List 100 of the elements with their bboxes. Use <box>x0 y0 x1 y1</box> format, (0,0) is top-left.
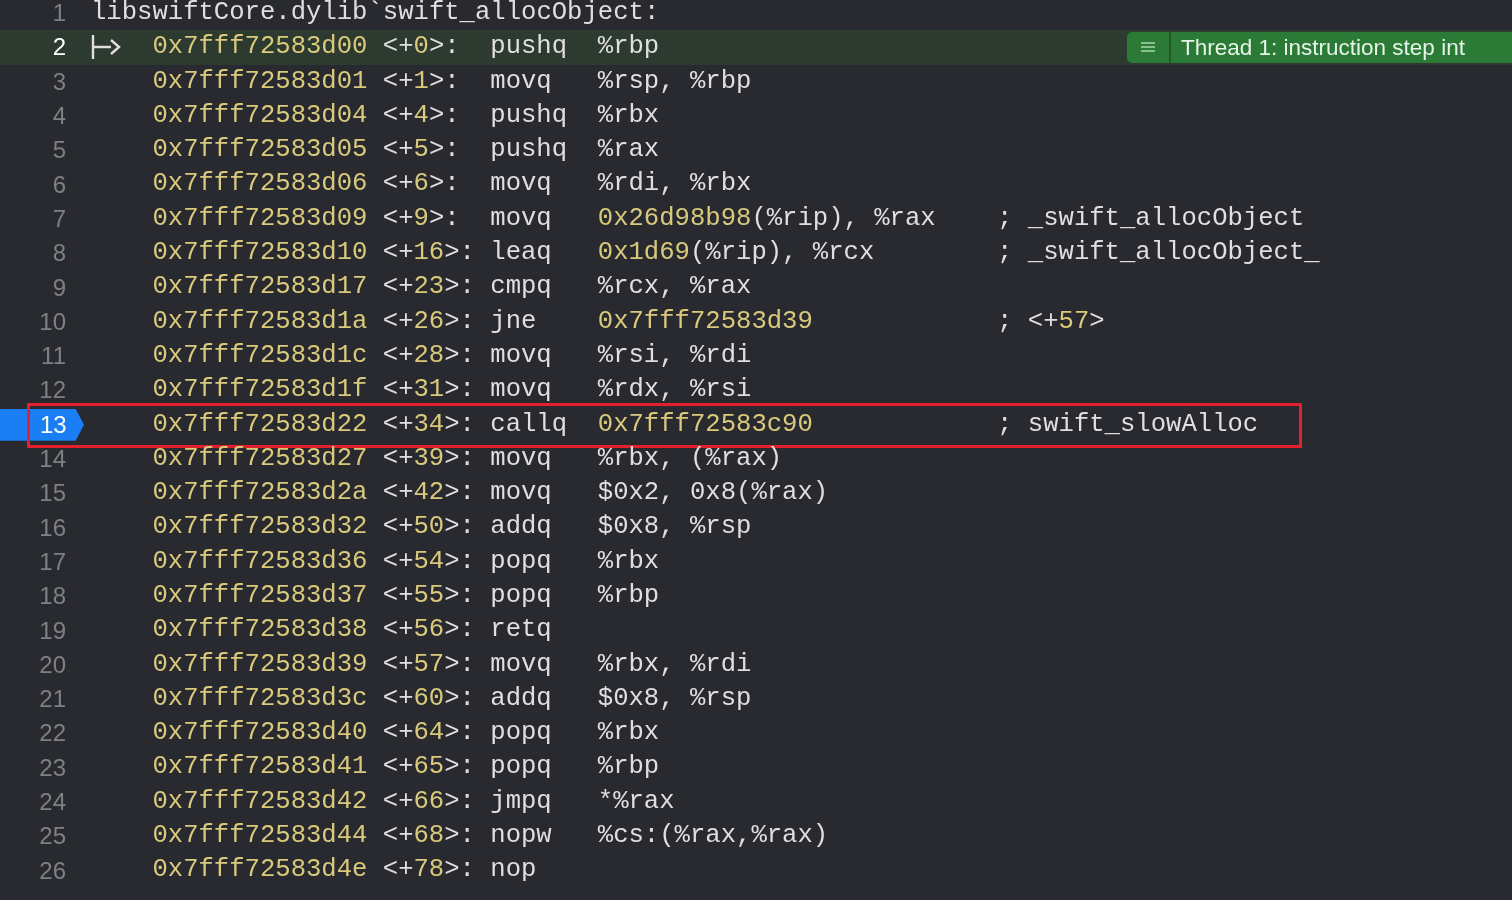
instruction-operand: 0x7fff72583c90 <box>597 408 814 441</box>
instruction-offset: <+54>: <box>382 545 476 578</box>
instruction-operand: 0x7fff72583d39 <box>597 305 814 338</box>
instruction-offset: <+34>: <box>382 408 476 441</box>
instruction-operand: *%rax <box>597 785 676 818</box>
line-number: 23 <box>39 752 66 783</box>
instruction-mnemonic: popq <box>490 751 553 784</box>
instruction-mnemonic: callq <box>490 408 569 441</box>
instruction-offset: <+28>: <box>382 339 476 372</box>
line-number: 6 <box>52 169 66 200</box>
instruction-offset: <+31>: <box>382 374 476 407</box>
instruction-address: 0x7fff72583d42 <box>152 785 369 818</box>
line-number: 24 <box>39 787 66 817</box>
instruction-operand: %rdx, %rsi <box>597 374 753 407</box>
instruction-offset: <+66>: <box>382 785 476 818</box>
instruction-mnemonic: movq <box>490 339 553 372</box>
instruction-mnemonic: movq <box>490 65 553 98</box>
instruction-comment: ; <+57> <box>997 305 1105 338</box>
instruction-address: 0x7fff72583d2a <box>152 477 369 510</box>
instruction-operand: %rbp <box>597 580 661 612</box>
instruction-address: 0x7fff72583d39 <box>152 648 369 681</box>
instruction-mnemonic: pushq <box>490 134 569 167</box>
instruction-mnemonic: movq <box>490 477 553 510</box>
instruction-offset: <+50>: <box>382 511 476 544</box>
instruction-address: 0x7fff72583d22 <box>152 408 369 441</box>
instruction-address: 0x7fff72583d27 <box>152 442 369 475</box>
breakpoint-marker[interactable]: 13 <box>0 408 84 441</box>
instruction-operand: %rbx <box>597 717 661 750</box>
instruction-address: 0x7fff72583d4e <box>152 854 369 887</box>
instruction-mnemonic: pushq <box>490 31 569 64</box>
instruction-offset: <+4>: <box>382 99 461 132</box>
instruction-address: 0x7fff72583d10 <box>152 237 369 270</box>
instruction-operand: %rax <box>597 134 661 167</box>
instruction-offset: <+6>: <box>382 168 461 201</box>
instruction-operand: %cs:(%rax,%rax) <box>597 820 830 853</box>
instruction-comment: ; swift_slowAlloc <box>997 408 1259 441</box>
instruction-address: 0x7fff72583d3c <box>152 682 369 715</box>
line-number: 9 <box>52 272 66 303</box>
instruction-offset: <+42>: <box>382 477 476 510</box>
instruction-offset: <+39>: <box>382 442 476 475</box>
instruction-address: 0x7fff72583d05 <box>152 134 369 167</box>
instruction-address: 0x7fff72583d17 <box>152 271 369 304</box>
line-number: 5 <box>52 135 66 166</box>
instruction-address: 0x7fff72583d1f <box>152 374 369 407</box>
line-number: 12 <box>39 375 66 406</box>
instruction-operand: $0x8, %rsp <box>597 682 753 715</box>
instruction-offset: <+57>: <box>382 648 476 681</box>
instruction-address: 0x7fff72583d06 <box>152 168 369 201</box>
instruction-offset: <+60>: <box>382 682 476 715</box>
instruction-mnemonic: movq <box>490 374 553 407</box>
line-number: 22 <box>39 718 66 749</box>
instruction-operand: %rdi, %rbx <box>597 168 753 201</box>
line-number: 15 <box>39 478 66 509</box>
thread-status-label: Thread 1: instruction step int <box>1171 32 1512 63</box>
line-number: 7 <box>52 203 66 234</box>
function-label: libswiftCore.dylib`swift_allocObject: <box>91 0 660 27</box>
instruction-mnemonic: movq <box>490 442 553 475</box>
instruction-mnemonic: movq <box>490 202 553 235</box>
instruction-operand: $0x2, 0x8(%rax) <box>597 477 830 510</box>
line-number: 8 <box>52 238 66 269</box>
instruction-offset: <+68>: <box>382 820 476 853</box>
line-number: 16 <box>39 512 66 543</box>
instruction-mnemonic: popq <box>490 580 553 612</box>
instruction-offset: <+16>: <box>382 237 476 270</box>
instruction-mnemonic: leaq <box>490 237 553 270</box>
instruction-address: 0x7fff72583d01 <box>152 65 369 98</box>
instruction-mnemonic: nopw <box>490 820 553 853</box>
menu-icon[interactable] <box>1127 32 1171 63</box>
instruction-address: 0x7fff72583d09 <box>152 202 369 235</box>
line-number: 3 <box>52 66 66 97</box>
instruction-mnemonic: cmpq <box>490 271 553 304</box>
instruction-operand: 0x1d69(%rip), %rcx <box>597 237 876 270</box>
instruction-mnemonic: popq <box>490 717 553 750</box>
line-number: 11 <box>41 341 66 372</box>
instruction-mnemonic: addq <box>490 511 553 544</box>
instruction-address: 0x7fff72583d41 <box>152 751 369 784</box>
instruction-operand: 0x26d98b98(%rip), %rax <box>597 202 937 235</box>
instruction-mnemonic: movq <box>490 168 553 201</box>
instruction-operand: %rsp, %rbp <box>597 65 753 98</box>
instruction-mnemonic: popq <box>490 545 553 578</box>
line-number: 25 <box>39 821 66 852</box>
line-number: 17 <box>39 546 66 577</box>
line-number: 21 <box>39 684 66 715</box>
instruction-operand: %rbx, (%rax) <box>597 442 784 475</box>
instruction-operand: %rbx, %rdi <box>597 648 753 681</box>
line-number: 19 <box>39 615 66 646</box>
instruction-address: 0x7fff72583d38 <box>152 614 369 647</box>
line-number: 4 <box>52 101 66 132</box>
instruction-mnemonic: jmpq <box>490 785 553 818</box>
instruction-offset: <+5>: <box>382 134 461 167</box>
instruction-address: 0x7fff72583d40 <box>152 717 369 750</box>
instruction-address: 0x7fff72583d36 <box>152 545 369 578</box>
instruction-address: 0x7fff72583d1c <box>152 339 369 372</box>
instruction-comment: ; _swift_allocObject_ <box>997 237 1320 270</box>
instruction-mnemonic: pushq <box>490 99 569 132</box>
instruction-offset: <+1>: <box>382 65 461 98</box>
instruction-offset: <+0>: <box>382 31 461 64</box>
instruction-offset: <+64>: <box>382 717 476 750</box>
instruction-address: 0x7fff72583d00 <box>152 31 369 64</box>
instruction-mnemonic: retq <box>490 614 553 647</box>
